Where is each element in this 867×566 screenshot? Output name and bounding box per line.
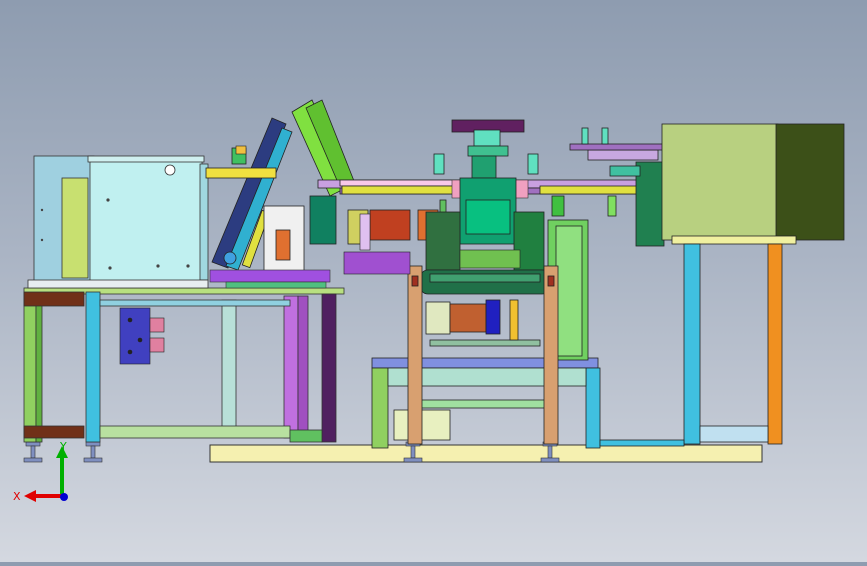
left-feeder-frame: [23, 287, 345, 443]
cad-viewport[interactable]: [0, 0, 867, 562]
assembly-drawing: [23, 99, 845, 463]
x-axis-arrowhead: [24, 490, 36, 502]
servo-motor: [425, 299, 541, 347]
vibration-bowl-housing: [27, 155, 209, 289]
y-axis-label: Y: [59, 440, 67, 453]
drive-block: [119, 307, 165, 365]
x-axis-label: X: [13, 490, 21, 503]
base-plate: [209, 444, 763, 463]
z-axis-dot: [60, 493, 68, 501]
feeder-guide-rail: [225, 281, 327, 289]
feeder-transfer-plate: [209, 269, 331, 283]
axis-triad: X Y: [13, 440, 68, 503]
